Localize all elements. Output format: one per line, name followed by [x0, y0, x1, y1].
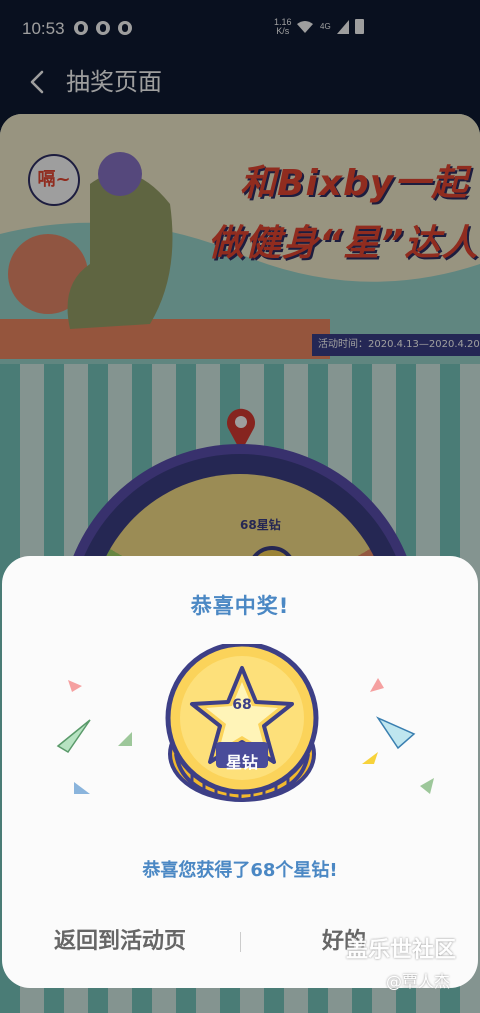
watermark-user: @覃人杰 — [386, 972, 451, 991]
party-hat-left-icon — [56, 719, 91, 754]
confetti-piece — [362, 752, 378, 764]
prize-dialog: 恭喜中奖! 68 星钻 恭喜您获得了68个星钻! 返回到活动页 好的 — [2, 556, 478, 988]
button-divider — [240, 932, 241, 952]
party-hat-right-icon — [375, 716, 416, 750]
dialog-message: 恭喜您获得了68个星钻! — [142, 860, 338, 881]
coin-label: 星钻 — [225, 753, 258, 772]
dialog-title: 恭喜中奖! — [190, 594, 290, 618]
coin-count: 68 — [232, 697, 252, 713]
watermark-site: 盖乐世社区 — [346, 938, 457, 963]
confetti-piece — [68, 680, 82, 692]
confetti-piece — [420, 778, 434, 794]
confetti-piece — [118, 732, 132, 746]
return-to-activity-button[interactable]: 返回到活动页 — [22, 922, 218, 962]
confetti-piece — [370, 678, 384, 692]
star-diamond-coin-icon — [165, 644, 319, 803]
confetti-piece — [74, 782, 90, 794]
